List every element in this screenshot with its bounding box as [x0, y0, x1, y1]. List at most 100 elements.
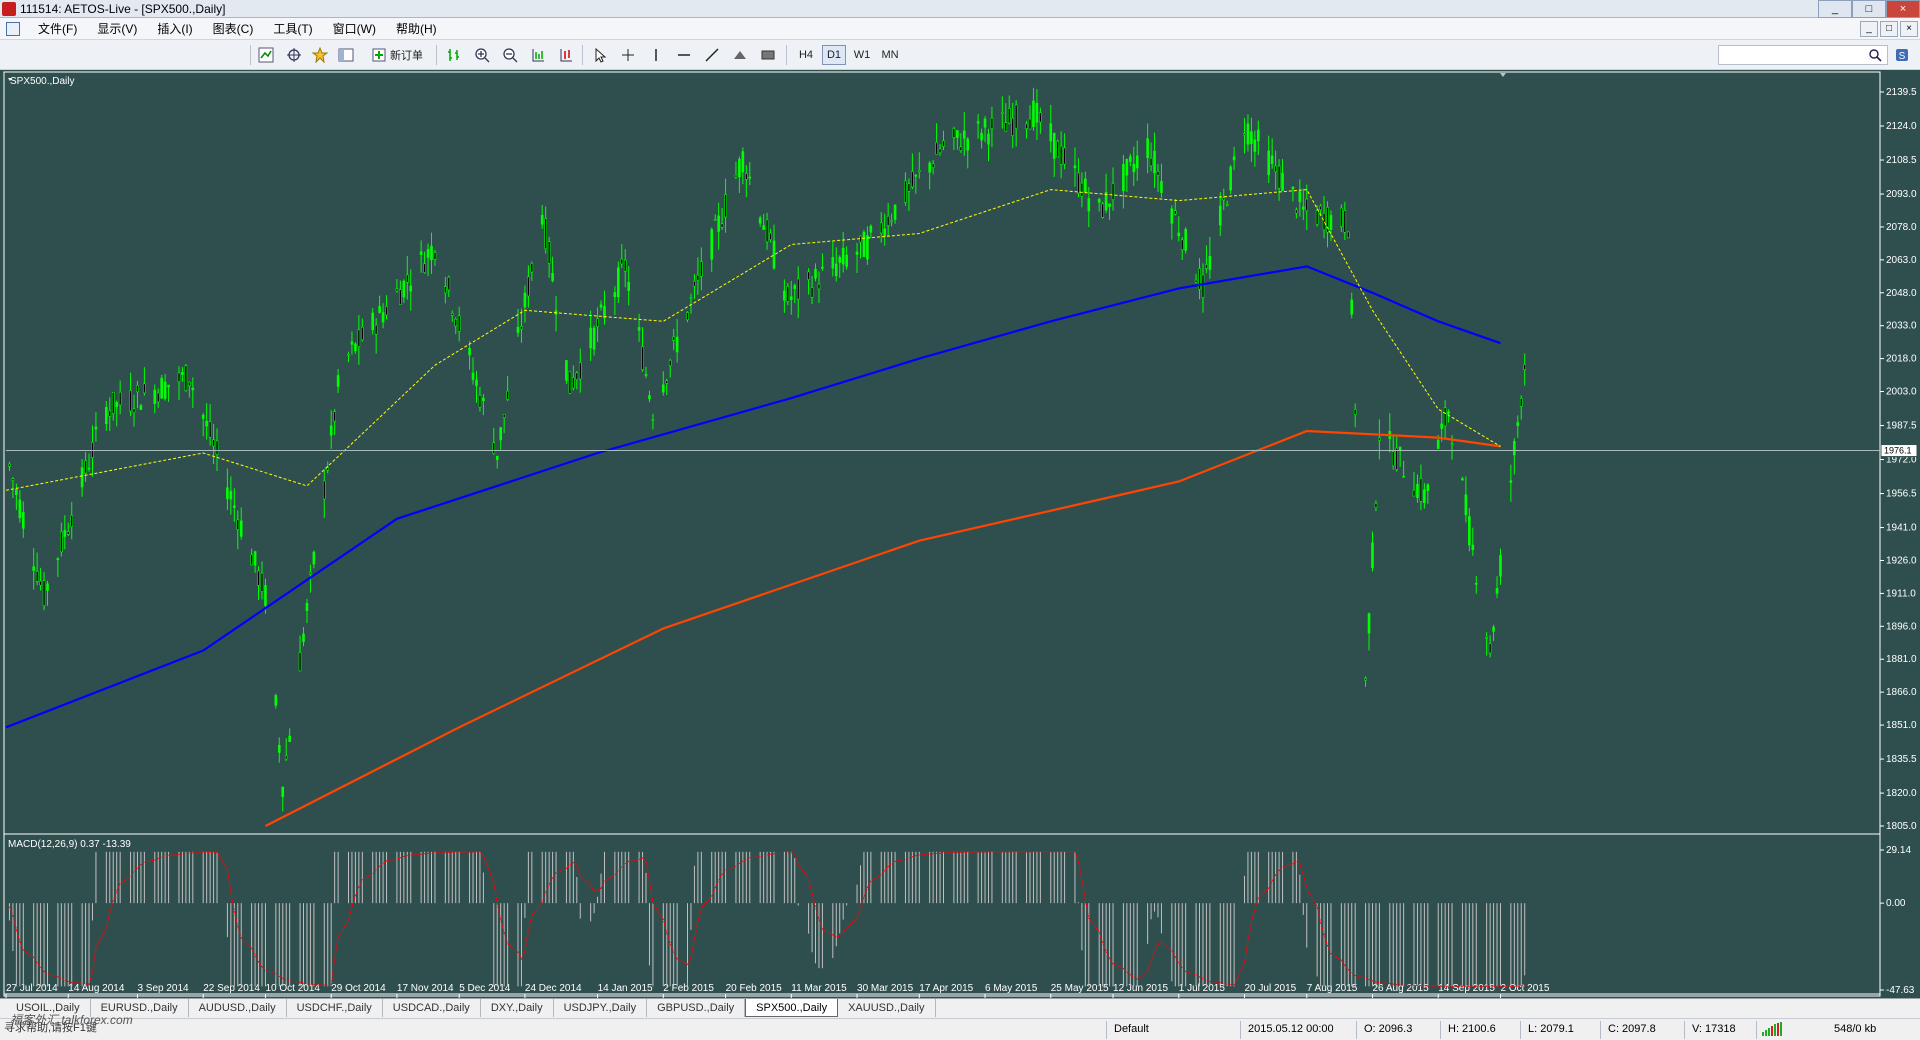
candle-body — [1281, 172, 1284, 191]
status-divider — [1756, 1021, 1757, 1039]
horizontal-line-icon[interactable] — [674, 45, 694, 65]
tab-gbpusd[interactable]: GBPUSD.,Daily — [647, 999, 746, 1017]
search-input[interactable] — [1718, 45, 1888, 65]
minimize-button[interactable]: _ — [1818, 0, 1852, 18]
candle-body — [506, 390, 509, 400]
menu-charts[interactable]: 图表(C) — [203, 20, 264, 37]
price-tick-label: 1956.5 — [1886, 489, 1917, 500]
tab-usdchf[interactable]: USDCHF.,Daily — [287, 999, 383, 1017]
timeframe-mn-button[interactable]: MN — [878, 45, 902, 65]
price-tick-label: 1835.5 — [1886, 754, 1917, 765]
timeframe-h4-button[interactable]: H4 — [794, 45, 818, 65]
menu-file[interactable]: 文件(F) — [28, 20, 87, 37]
candle-body — [46, 583, 49, 591]
zoom-out-icon[interactable] — [500, 45, 520, 65]
child-minimize-button[interactable]: _ — [1860, 21, 1878, 37]
search-icon[interactable] — [1866, 45, 1884, 65]
toolbar-separator — [250, 45, 251, 65]
candle-body — [1416, 483, 1419, 498]
candle-body — [1063, 147, 1066, 165]
chart-canvas[interactable]: 2139.5 2124.0 2108.5 2093.0 2078.0 2063.0 2048… — [0, 70, 1920, 998]
new-order-button[interactable]: 新订单 — [364, 45, 430, 65]
toolbar-separator — [786, 45, 787, 65]
price-tick-label: 2063.0 — [1886, 255, 1917, 266]
text-label-icon[interactable] — [758, 45, 778, 65]
candle-body — [402, 280, 406, 298]
navigator-icon[interactable] — [336, 45, 356, 65]
community-icon[interactable]: S — [1892, 45, 1912, 65]
tab-dxy[interactable]: DXY.,Daily — [481, 999, 554, 1017]
tab-audusd[interactable]: AUDUSD.,Daily — [189, 999, 287, 1017]
candle-body — [305, 603, 309, 611]
menu-insert[interactable]: 插入(I) — [147, 20, 202, 37]
price-tick-label: 2093.0 — [1886, 189, 1917, 200]
favorites-icon[interactable] — [310, 45, 330, 65]
candle-body — [962, 130, 966, 139]
candle-body — [1135, 155, 1139, 169]
close-button[interactable]: × — [1886, 0, 1920, 18]
candle-body — [738, 158, 741, 178]
candle-body — [1149, 157, 1153, 167]
child-restore-button[interactable]: □ — [1880, 21, 1898, 37]
menu-tools[interactable]: 工具(T) — [263, 20, 322, 37]
bar-chart-icon[interactable] — [444, 45, 464, 65]
candle-body — [371, 312, 375, 331]
candle-body — [990, 117, 994, 130]
candle-body — [1350, 299, 1354, 315]
auto-scroll-icon[interactable] — [256, 45, 276, 65]
child-close-button[interactable]: × — [1900, 21, 1918, 37]
candle-body — [129, 390, 132, 412]
candle-body — [613, 292, 617, 298]
candle-body — [1443, 407, 1447, 427]
tab-spx500[interactable]: SPX500.,Daily — [745, 999, 839, 1017]
chart-window[interactable]: 2139.5 2124.0 2108.5 2093.0 2078.0 2063.0 2048… — [0, 70, 1920, 998]
candle-body — [540, 214, 544, 225]
tab-xauusd[interactable]: XAUUSD.,Daily — [838, 999, 936, 1017]
tab-usdjpy[interactable]: USDJPY.,Daily — [554, 999, 648, 1017]
crosshair-icon[interactable] — [284, 45, 304, 65]
app-logo-icon — [2, 1, 16, 16]
crosshair-tool-icon[interactable] — [618, 45, 638, 65]
candle-body — [956, 130, 959, 138]
candle-body — [831, 257, 835, 269]
candle-body — [565, 360, 568, 381]
candle-body — [1160, 181, 1163, 193]
menu-help[interactable]: 帮助(H) — [386, 20, 447, 37]
timeframe-w1-button[interactable]: W1 — [850, 45, 874, 65]
candle-body — [1222, 197, 1226, 201]
candle-body — [1305, 198, 1309, 212]
vertical-line-icon[interactable] — [646, 45, 666, 65]
periods-icon[interactable] — [556, 45, 576, 65]
channel-icon[interactable] — [730, 45, 750, 65]
maximize-button[interactable]: □ — [1852, 0, 1886, 18]
status-open: O: 2096.3 — [1364, 1023, 1413, 1035]
candle-body — [1028, 118, 1032, 130]
status-divider — [1520, 1021, 1521, 1039]
candle-body — [1436, 439, 1440, 449]
price-tick-label: 1941.0 — [1886, 523, 1917, 534]
candle-body — [70, 515, 74, 527]
candle-body — [1073, 165, 1077, 169]
candle-body — [239, 520, 243, 537]
candle-body — [1218, 205, 1222, 226]
candle-body — [838, 257, 842, 263]
new-order-icon — [372, 48, 386, 62]
candle-body — [672, 336, 675, 341]
chart-shift-icon[interactable] — [528, 45, 548, 65]
candle-body — [675, 336, 679, 353]
candle-body — [720, 223, 724, 228]
tab-usdcad[interactable]: USDCAD.,Daily — [383, 999, 481, 1017]
menu-window[interactable]: 窗口(W) — [323, 20, 386, 37]
menu-view[interactable]: 显示(V) — [87, 20, 147, 37]
macd-tick-label: 29.14 — [1886, 845, 1911, 856]
document-icon[interactable] — [6, 21, 20, 36]
trendline-icon[interactable] — [702, 45, 722, 65]
timeframe-d1-button[interactable]: D1 — [822, 45, 846, 65]
cursor-icon[interactable] — [590, 45, 610, 65]
candle-body — [724, 194, 727, 218]
candle-body — [468, 348, 471, 356]
candle-body — [105, 407, 108, 424]
candle-body — [1513, 441, 1516, 456]
candle-body — [478, 394, 482, 408]
zoom-in-icon[interactable] — [472, 45, 492, 65]
